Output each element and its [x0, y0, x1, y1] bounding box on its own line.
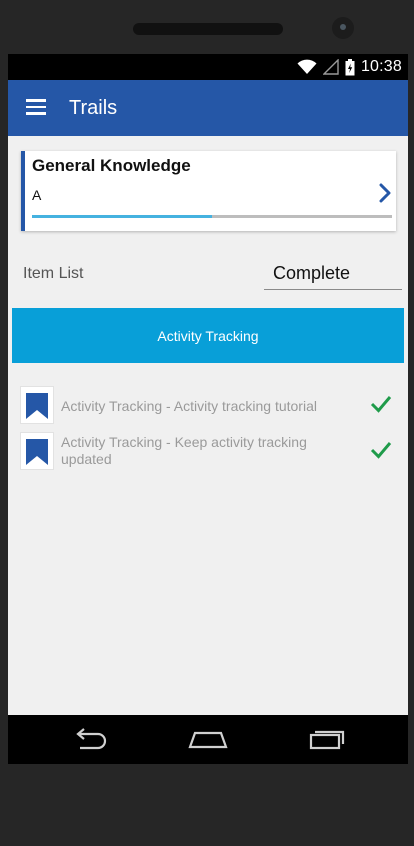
- wifi-icon: [297, 59, 317, 74]
- status-time: 10:38: [360, 58, 402, 75]
- recents-icon[interactable]: [309, 727, 347, 751]
- list-item[interactable]: Activity Tracking - Keep activity tracki…: [20, 432, 400, 470]
- system-nav-bar: [8, 715, 408, 764]
- phone-frame: 10:38 Trails General Knowledge A Item Li…: [0, 0, 414, 846]
- list-item-title: Activity Tracking - Activity tracking tu…: [61, 398, 317, 414]
- status-filter-value: Complete: [273, 263, 351, 283]
- battery-icon: [345, 58, 355, 75]
- back-icon[interactable]: [72, 727, 108, 751]
- trail-title: General Knowledge: [32, 156, 191, 175]
- app-bar: Trails: [8, 80, 408, 136]
- check-icon: [370, 442, 392, 459]
- trail-subtitle: A: [32, 187, 42, 203]
- item-list-label: Item List: [23, 265, 84, 282]
- chevron-right-icon[interactable]: [378, 183, 392, 203]
- speaker-grille: [133, 23, 283, 35]
- status-filter-dropdown[interactable]: Complete: [264, 258, 402, 290]
- list-item[interactable]: Activity Tracking - Activity tracking tu…: [20, 386, 400, 424]
- home-icon[interactable]: [188, 727, 228, 751]
- bookmark-icon: [20, 432, 54, 470]
- list-item-title: Activity Tracking - Keep activity tracki…: [61, 434, 307, 467]
- activity-tracking-button[interactable]: Activity Tracking: [12, 308, 404, 363]
- bookmark-icon: [20, 386, 54, 424]
- trail-progress-fill: [32, 215, 212, 218]
- hamburger-menu-icon[interactable]: [26, 99, 46, 115]
- check-icon: [370, 396, 392, 413]
- app-title: Trails: [69, 97, 118, 119]
- signal-icon: [322, 59, 339, 75]
- front-camera: [332, 17, 354, 39]
- trail-card[interactable]: General Knowledge A: [21, 151, 396, 231]
- status-bar: 10:38: [8, 54, 408, 80]
- trail-progress-bar: [32, 215, 392, 218]
- screen: 10:38 Trails General Knowledge A Item Li…: [8, 54, 408, 764]
